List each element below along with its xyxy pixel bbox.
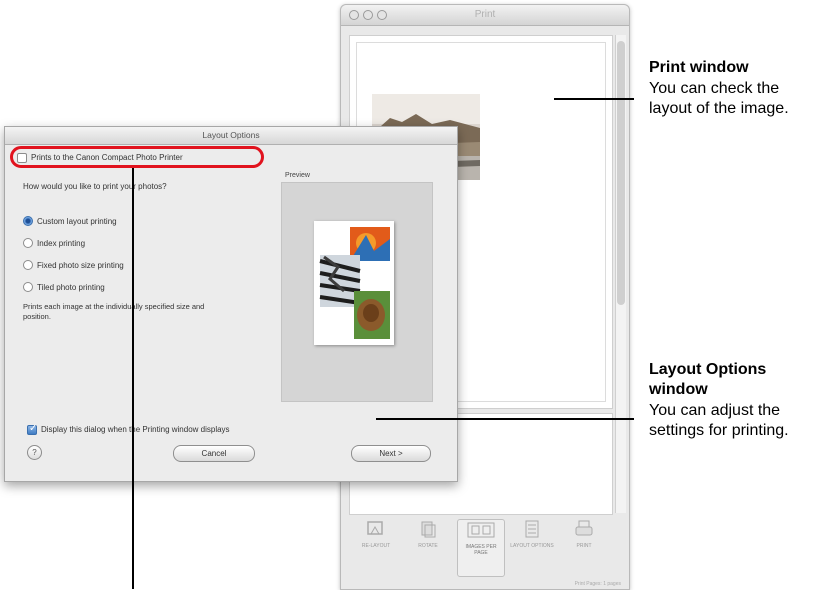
radio-index-printing[interactable] (23, 238, 33, 248)
option-custom-layout-label: Custom layout printing (37, 217, 117, 226)
print-scrollbar[interactable] (615, 35, 626, 513)
preview-pane (281, 182, 433, 402)
print-label: PRINT (576, 543, 592, 549)
images-per-page-icon (467, 522, 495, 538)
preview-page (314, 221, 394, 345)
rotate-button[interactable]: ROTATE (405, 519, 451, 575)
images-per-page-button[interactable]: IMAGES PER PAGE (457, 519, 505, 577)
cancel-button[interactable]: Cancel (173, 445, 255, 462)
dialog-title: Layout Options (202, 130, 260, 140)
print-button[interactable]: PRINT (561, 519, 607, 575)
print-status: Print Pages: 1 pages (574, 581, 621, 587)
dialog-titlebar: Layout Options (5, 127, 457, 145)
compact-printer-highlight (10, 146, 264, 168)
print-question: How would you like to print your photos? (23, 182, 167, 191)
relayout-icon (367, 521, 383, 535)
compact-printer-callout-line (132, 168, 134, 589)
print-toolbar: RE-LAYOUT ROTATE IMAGES PER PAGE LAYOUT … (349, 517, 617, 579)
layout-options-icon (525, 520, 539, 538)
print-window-callout-line (554, 98, 634, 100)
layout-options-label: LAYOUT OPTIONS (510, 543, 554, 549)
print-window-callout-desc: You can check the layout of the image. (649, 80, 789, 117)
images-per-page-label: IMAGES PER PAGE (465, 544, 497, 556)
next-button[interactable]: Next > (351, 445, 431, 462)
scrollbar-thumb[interactable] (617, 41, 625, 305)
layout-options-callout-title: Layout Options window (649, 361, 767, 398)
rotate-label: ROTATE (418, 543, 438, 549)
radio-fixed-size[interactable] (23, 260, 33, 270)
display-dialog-label: Display this dialog when the Printing wi… (41, 425, 230, 434)
print-window-title: Print (474, 9, 496, 20)
layout-options-callout-line (376, 418, 634, 420)
option-index-printing-label: Index printing (37, 239, 86, 248)
radio-tiled-printing[interactable] (23, 282, 33, 292)
layout-options-button[interactable]: LAYOUT OPTIONS (509, 519, 555, 575)
relayout-label: RE-LAYOUT (361, 543, 391, 549)
radio-custom-layout[interactable] (23, 216, 33, 226)
preview-collage-image (314, 221, 394, 345)
rotate-icon (421, 521, 436, 538)
option-tiled-printing-label: Tiled photo printing (37, 283, 105, 292)
option-fixed-size-label: Fixed photo size printing (37, 261, 124, 270)
layout-options-dialog: Layout Options Prints to the Canon Compa… (4, 126, 458, 482)
relayout-button[interactable]: RE-LAYOUT (353, 519, 399, 575)
printer-icon (575, 520, 593, 536)
print-window-titlebar: Print (341, 5, 629, 26)
preview-label: Preview (285, 172, 310, 179)
layout-options-callout-desc: You can adjust the settings for printing… (649, 402, 789, 439)
option-description: Prints each image at the individually sp… (23, 302, 205, 321)
print-window-callout-title: Print window (649, 59, 749, 76)
display-dialog-checkbox[interactable] (27, 423, 37, 435)
help-button[interactable]: ? (27, 445, 42, 460)
